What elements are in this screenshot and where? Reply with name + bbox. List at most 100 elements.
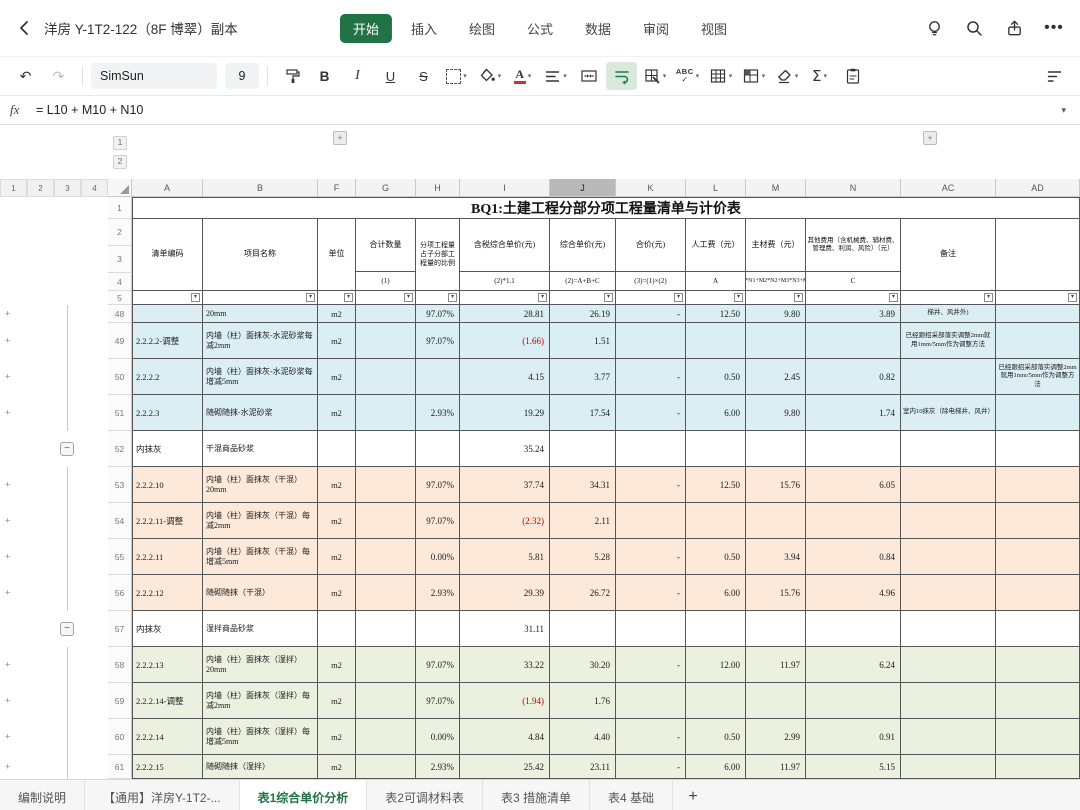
cell-A-58[interactable]: 2.2.2.13 (132, 647, 203, 683)
filter-cell-AC[interactable]: ▾ (901, 291, 996, 305)
cell-H-57[interactable] (416, 611, 460, 647)
cell-L-51[interactable]: 6.00 (686, 395, 746, 431)
cell-J-49[interactable]: 1.51 (550, 323, 616, 359)
cell-B-50[interactable]: 内墙（柱）面抹灰-水泥砂浆每增减5mm (203, 359, 318, 395)
cell-A-50[interactable]: 2.2.2.2 (132, 359, 203, 395)
cell-H-52[interactable] (416, 431, 460, 467)
column-header-AD[interactable]: AD (996, 179, 1080, 197)
cell-N-49[interactable] (806, 323, 901, 359)
column-header-G[interactable]: G (356, 179, 416, 197)
cell-N-51[interactable]: 1.74 (806, 395, 901, 431)
cell-H-49[interactable]: 97.07% (416, 323, 460, 359)
cell-N-60[interactable]: 0.91 (806, 719, 901, 755)
cell-G-57[interactable] (356, 611, 416, 647)
select-all-corner[interactable] (108, 179, 132, 197)
cell-G-54[interactable] (356, 503, 416, 539)
cell-N-59[interactable] (806, 683, 901, 719)
row-header-2[interactable]: 2 (108, 219, 132, 246)
cell-J-50[interactable]: 3.77 (550, 359, 616, 395)
merge-cells-button[interactable] (573, 62, 604, 90)
row-header-1[interactable]: 1 (108, 197, 132, 219)
cell-K-51[interactable]: - (616, 395, 686, 431)
share-icon[interactable] (1004, 18, 1024, 38)
cell-F-49[interactable]: m2 (318, 323, 356, 359)
cell-L-53[interactable]: 12.50 (686, 467, 746, 503)
cell-K-58[interactable]: - (616, 647, 686, 683)
cell-K-60[interactable]: - (616, 719, 686, 755)
cell-L-58[interactable]: 12.00 (686, 647, 746, 683)
freeze-panes-button[interactable]: ▾ (738, 62, 769, 90)
filter-dropdown-icon[interactable]: ▾ (306, 293, 315, 302)
sheet-tab-4[interactable]: 表2可调材料表 (367, 780, 483, 810)
row-outline-level-2[interactable]: 2 (27, 179, 54, 197)
col-outline-level-2[interactable]: 2 (113, 155, 127, 169)
underline-button[interactable]: U (375, 62, 406, 90)
filter-dropdown-icon[interactable]: ▾ (344, 293, 353, 302)
expand-group-button[interactable]: + (5, 409, 10, 418)
filter-dropdown-icon[interactable]: ▾ (794, 293, 803, 302)
column-group-expand-button[interactable]: + (923, 131, 937, 145)
cell-M-49[interactable] (746, 323, 806, 359)
back-icon[interactable] (16, 19, 34, 37)
cell-J-61[interactable]: 23.11 (550, 755, 616, 779)
cell-style-button[interactable]: ▾ (639, 62, 670, 90)
row-header-5[interactable]: 5 (108, 291, 132, 305)
expand-group-button[interactable]: + (5, 481, 10, 490)
lightbulb-icon[interactable] (924, 18, 944, 38)
filter-dropdown-icon[interactable]: ▾ (538, 293, 547, 302)
cell-F-60[interactable]: m2 (318, 719, 356, 755)
cell-K-52[interactable] (616, 431, 686, 467)
cell-M-56[interactable]: 15.76 (746, 575, 806, 611)
row-header-61[interactable]: 61 (108, 755, 132, 779)
autosum-button[interactable]: Σ▾ (804, 62, 835, 90)
cell-B-48[interactable]: 20mm (203, 305, 318, 323)
cell-AC-54[interactable] (901, 503, 996, 539)
cell-AC-49[interactable]: 已经跟招采部落实调整2mm就用1mm/5mm作为调整方法 (901, 323, 996, 359)
cell-N-48[interactable]: 3.89 (806, 305, 901, 323)
ribbon-tab-5[interactable]: 数据 (572, 14, 624, 43)
more-icon[interactable]: ••• (1044, 18, 1064, 38)
font-color-button[interactable]: A ▾ (507, 62, 538, 90)
cell-B-56[interactable]: 随砌随抹（干混） (203, 575, 318, 611)
cell-AC-53[interactable] (901, 467, 996, 503)
cell-L-55[interactable]: 0.50 (686, 539, 746, 575)
cell-F-57[interactable] (318, 611, 356, 647)
cell-A-48[interactable] (132, 305, 203, 323)
cell-I-55[interactable]: 5.81 (460, 539, 550, 575)
cell-F-53[interactable]: m2 (318, 467, 356, 503)
cell-N-58[interactable]: 6.24 (806, 647, 901, 683)
cell-I-49[interactable]: (1.66) (460, 323, 550, 359)
filter-cell-J[interactable]: ▾ (550, 291, 616, 305)
cell-AD-56[interactable] (996, 575, 1080, 611)
cell-M-60[interactable]: 2.99 (746, 719, 806, 755)
cell-A-49[interactable]: 2.2.2.2-调整 (132, 323, 203, 359)
bold-button[interactable]: B (309, 62, 340, 90)
row-header-51[interactable]: 51 (108, 395, 132, 431)
cell-F-56[interactable]: m2 (318, 575, 356, 611)
column-header-A[interactable]: A (132, 179, 203, 197)
cell-AD-50[interactable]: 已经跟招采部落实调整2mm就用1mm/5mm作为调整方法 (996, 359, 1080, 395)
add-sheet-button[interactable]: + (673, 780, 713, 810)
font-name-select[interactable]: SimSun (91, 63, 217, 89)
cell-AD-59[interactable] (996, 683, 1080, 719)
cell-A-52[interactable]: 内抹灰 (132, 431, 203, 467)
cell-M-59[interactable] (746, 683, 806, 719)
cell-AD-51[interactable] (996, 395, 1080, 431)
filter-cell-I[interactable]: ▾ (460, 291, 550, 305)
row-header-53[interactable]: 53 (108, 467, 132, 503)
cell-B-54[interactable]: 内墙（柱）面抹灰（干混）每减2mm (203, 503, 318, 539)
cell-M-48[interactable]: 9.80 (746, 305, 806, 323)
filter-dropdown-icon[interactable]: ▾ (604, 293, 613, 302)
row-header-3[interactable]: 3 (108, 246, 132, 273)
expand-group-button[interactable]: + (5, 310, 10, 319)
sheet-tab-6[interactable]: 表4 基础 (590, 780, 673, 810)
cell-N-61[interactable]: 5.15 (806, 755, 901, 779)
ribbon-tab-6[interactable]: 审阅 (630, 14, 682, 43)
formula-expand-icon[interactable]: ▾ (1061, 105, 1070, 116)
column-header-N[interactable]: N (806, 179, 901, 197)
filter-cell-F[interactable]: ▾ (318, 291, 356, 305)
cell-A-61[interactable]: 2.2.2.15 (132, 755, 203, 779)
cell-N-52[interactable] (806, 431, 901, 467)
cell-J-54[interactable]: 2.11 (550, 503, 616, 539)
cell-A-51[interactable]: 2.2.2.3 (132, 395, 203, 431)
